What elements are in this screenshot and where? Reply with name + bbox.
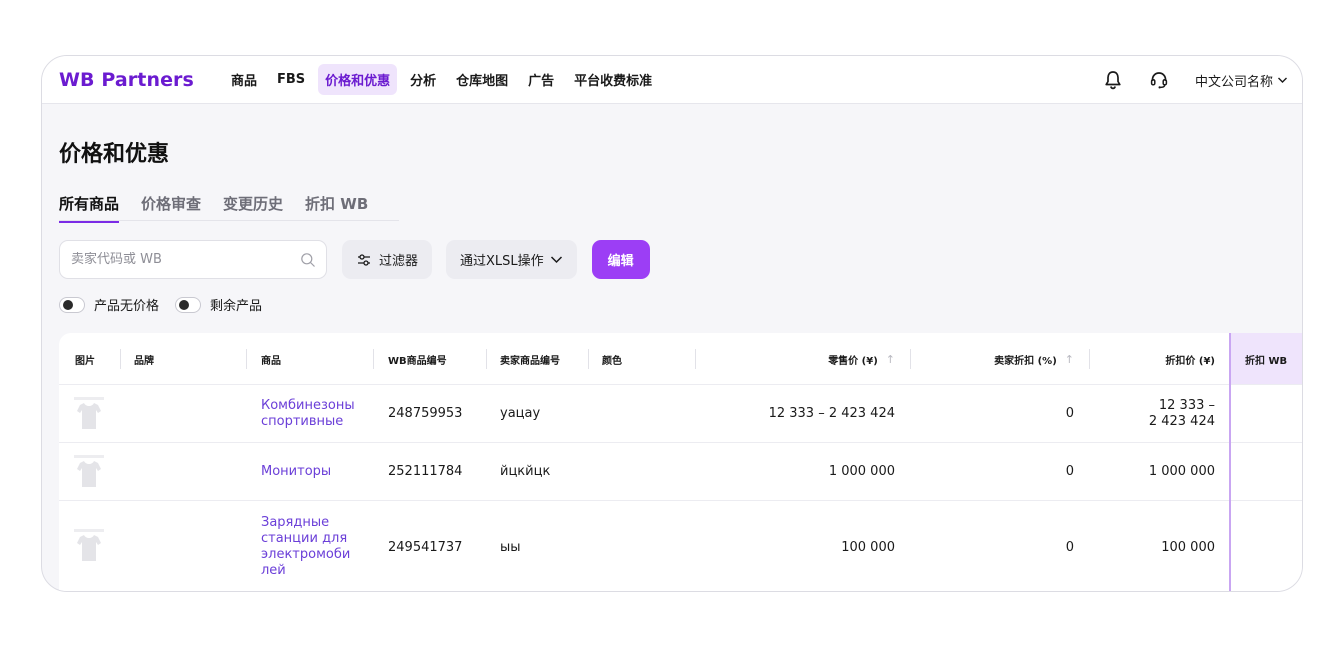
column-separator — [910, 349, 911, 369]
cell-seller-code: йцкйцк — [500, 464, 551, 479]
tab-change-history[interactable]: 变更历史 — [223, 193, 283, 223]
column-header-seller-code: 卖家商品编号 — [500, 355, 560, 367]
nav-item-fbs[interactable]: FBS — [270, 66, 312, 93]
price-line: 12 333 – — [1158, 397, 1215, 413]
toggle-switch[interactable] — [59, 296, 85, 313]
company-selector[interactable]: 中文公司名称 — [1195, 71, 1288, 90]
nav-item-warehouse-map[interactable]: 仓库地图 — [449, 64, 515, 95]
nav-item-products[interactable]: 商品 — [224, 64, 264, 95]
column-header-color: 颜色 — [602, 355, 622, 367]
column-header-discount-price: 折扣价 (¥) — [1165, 355, 1215, 367]
cell-product-link[interactable]: Комбинезоны спортивные — [261, 385, 366, 442]
toggle-group: 产品无价格 剩余产品 — [59, 295, 278, 314]
nav-item-platform-fees[interactable]: 平台收费标准 — [567, 64, 659, 95]
company-name: 中文公司名称 — [1194, 74, 1273, 90]
column-header-wb-discount: 折扣 WB — [1245, 355, 1288, 367]
main-nav: 商品 FBS 价格和优惠 分析 仓库地图 广告 平台收费标准 — [224, 64, 659, 95]
toggle-switch[interactable] — [175, 296, 202, 313]
table-row[interactable]: Мониторы 252111784 йцкйцк 1 000 000 0 1 … — [59, 443, 1302, 501]
chevron-down-icon — [1278, 77, 1287, 83]
cell-wb-id: 249541737 — [388, 539, 463, 555]
products-table: 图片 品牌 商品 WB商品编号 卖家商品编号 颜色 零售价 (¥) ↑ 卖家折扣… — [59, 333, 1302, 591]
column-separator — [120, 349, 121, 369]
tabs: 所有商品 价格审查 变更历史 折扣 WB — [59, 193, 390, 223]
column-separator — [486, 349, 487, 369]
logo[interactable]: WB Partners — [59, 69, 194, 91]
cell-wb-id: 252111784 — [388, 464, 463, 479]
xlsl-label: 通过XLSL操作 — [460, 254, 544, 269]
column-header-product: 商品 — [261, 355, 281, 367]
chevron-down-icon — [550, 256, 562, 264]
price-range: 12 333 – 2 423 424 — [1149, 398, 1215, 430]
cell-seller-code: уацау — [500, 406, 541, 421]
cell-product-link[interactable]: Мониторы — [261, 443, 366, 500]
column-header-label: 零售价 (¥) — [828, 355, 878, 367]
column-separator — [246, 349, 247, 369]
toggle-no-price[interactable]: 产品无价格 — [59, 295, 159, 314]
edit-button[interactable]: 编辑 — [591, 240, 650, 279]
column-header-wb-id: WB商品编号 — [388, 355, 447, 367]
column-header-brand: 品牌 — [134, 355, 154, 367]
toggle-label: 产品无价格 — [94, 299, 160, 314]
top-navigation: WB Partners 商品 FBS 价格和优惠 分析 仓库地图 广告 平台收费… — [42, 56, 1302, 104]
toolbar: 过滤器 通过XLSL操作 编辑 — [59, 240, 650, 279]
toggle-label: 剩余产品 — [210, 299, 263, 314]
app-window: WB Partners 商品 FBS 价格和优惠 分析 仓库地图 广告 平台收费… — [41, 55, 1303, 592]
cell-seller-discount: 0 — [1065, 539, 1074, 555]
headset-icon[interactable] — [1147, 68, 1171, 92]
column-header-image: 图片 — [75, 355, 95, 367]
tab-price-review[interactable]: 价格审查 — [141, 193, 201, 223]
column-separator — [373, 349, 374, 369]
nav-item-prices-discounts[interactable]: 价格和优惠 — [318, 64, 398, 95]
nav-item-analytics[interactable]: 分析 — [403, 64, 443, 95]
nav-item-ads[interactable]: 广告 — [521, 64, 561, 95]
top-right-actions: 中文公司名称 — [1101, 56, 1288, 104]
tab-all-products[interactable]: 所有商品 — [59, 193, 120, 223]
column-separator — [588, 349, 589, 369]
sort-arrow-icon[interactable]: ↑ — [1065, 353, 1074, 366]
search-box — [59, 240, 327, 279]
bell-icon[interactable] — [1101, 68, 1125, 92]
cell-seller-code: ыы — [500, 539, 521, 555]
cell-discount-price: 1 000 000 — [1148, 464, 1215, 479]
product-thumbnail — [74, 455, 104, 489]
page-title: 价格和优惠 — [59, 142, 170, 167]
cell-wb-id: 248759953 — [388, 406, 463, 421]
cell-seller-discount: 0 — [1065, 464, 1074, 479]
cell-product-link[interactable]: Зарядные станции для электромоби лей — [261, 501, 361, 591]
table-row[interactable]: Комбинезоны спортивные 248759953 уацау 1… — [59, 385, 1302, 443]
cell-discount-price: 100 000 — [1161, 539, 1215, 555]
price-line: 2 423 424 — [1148, 413, 1215, 429]
tab-wb-discount[interactable]: 折扣 WB — [305, 193, 368, 223]
cell-seller-discount: 0 — [1065, 406, 1074, 421]
table-row[interactable]: Зарядные станции для электромоби лей 249… — [59, 501, 1302, 591]
pinned-column-divider — [1229, 333, 1231, 591]
product-thumbnail — [74, 529, 104, 563]
column-separator — [695, 349, 696, 369]
column-header-seller-discount[interactable]: 卖家折扣 (%) ↑ — [924, 333, 1074, 385]
column-header-retail-price[interactable]: 零售价 (¥) ↑ — [709, 333, 895, 385]
filter-button[interactable]: 过滤器 — [342, 240, 433, 279]
toggle-remaining-products[interactable]: 剩余产品 — [175, 295, 262, 314]
column-header-label: 卖家折扣 (%) — [994, 355, 1057, 367]
column-separator — [1089, 349, 1090, 369]
cell-discount-price: 12 333 – 2 423 424 — [1104, 385, 1215, 442]
cell-retail-price: 12 333 – 2 423 424 — [768, 406, 895, 421]
sort-arrow-icon[interactable]: ↑ — [886, 353, 895, 366]
table-header: 图片 品牌 商品 WB商品编号 卖家商品编号 颜色 零售价 (¥) ↑ 卖家折扣… — [59, 333, 1302, 385]
xlsl-actions-dropdown[interactable]: 通过XLSL操作 — [446, 240, 577, 279]
product-thumbnail — [74, 397, 104, 431]
filter-icon — [358, 253, 370, 266]
search-input[interactable] — [71, 252, 300, 267]
search-icon[interactable] — [300, 252, 316, 268]
cell-retail-price: 100 000 — [841, 539, 895, 555]
cell-retail-price: 1 000 000 — [828, 464, 895, 479]
filter-label: 过滤器 — [379, 254, 419, 269]
